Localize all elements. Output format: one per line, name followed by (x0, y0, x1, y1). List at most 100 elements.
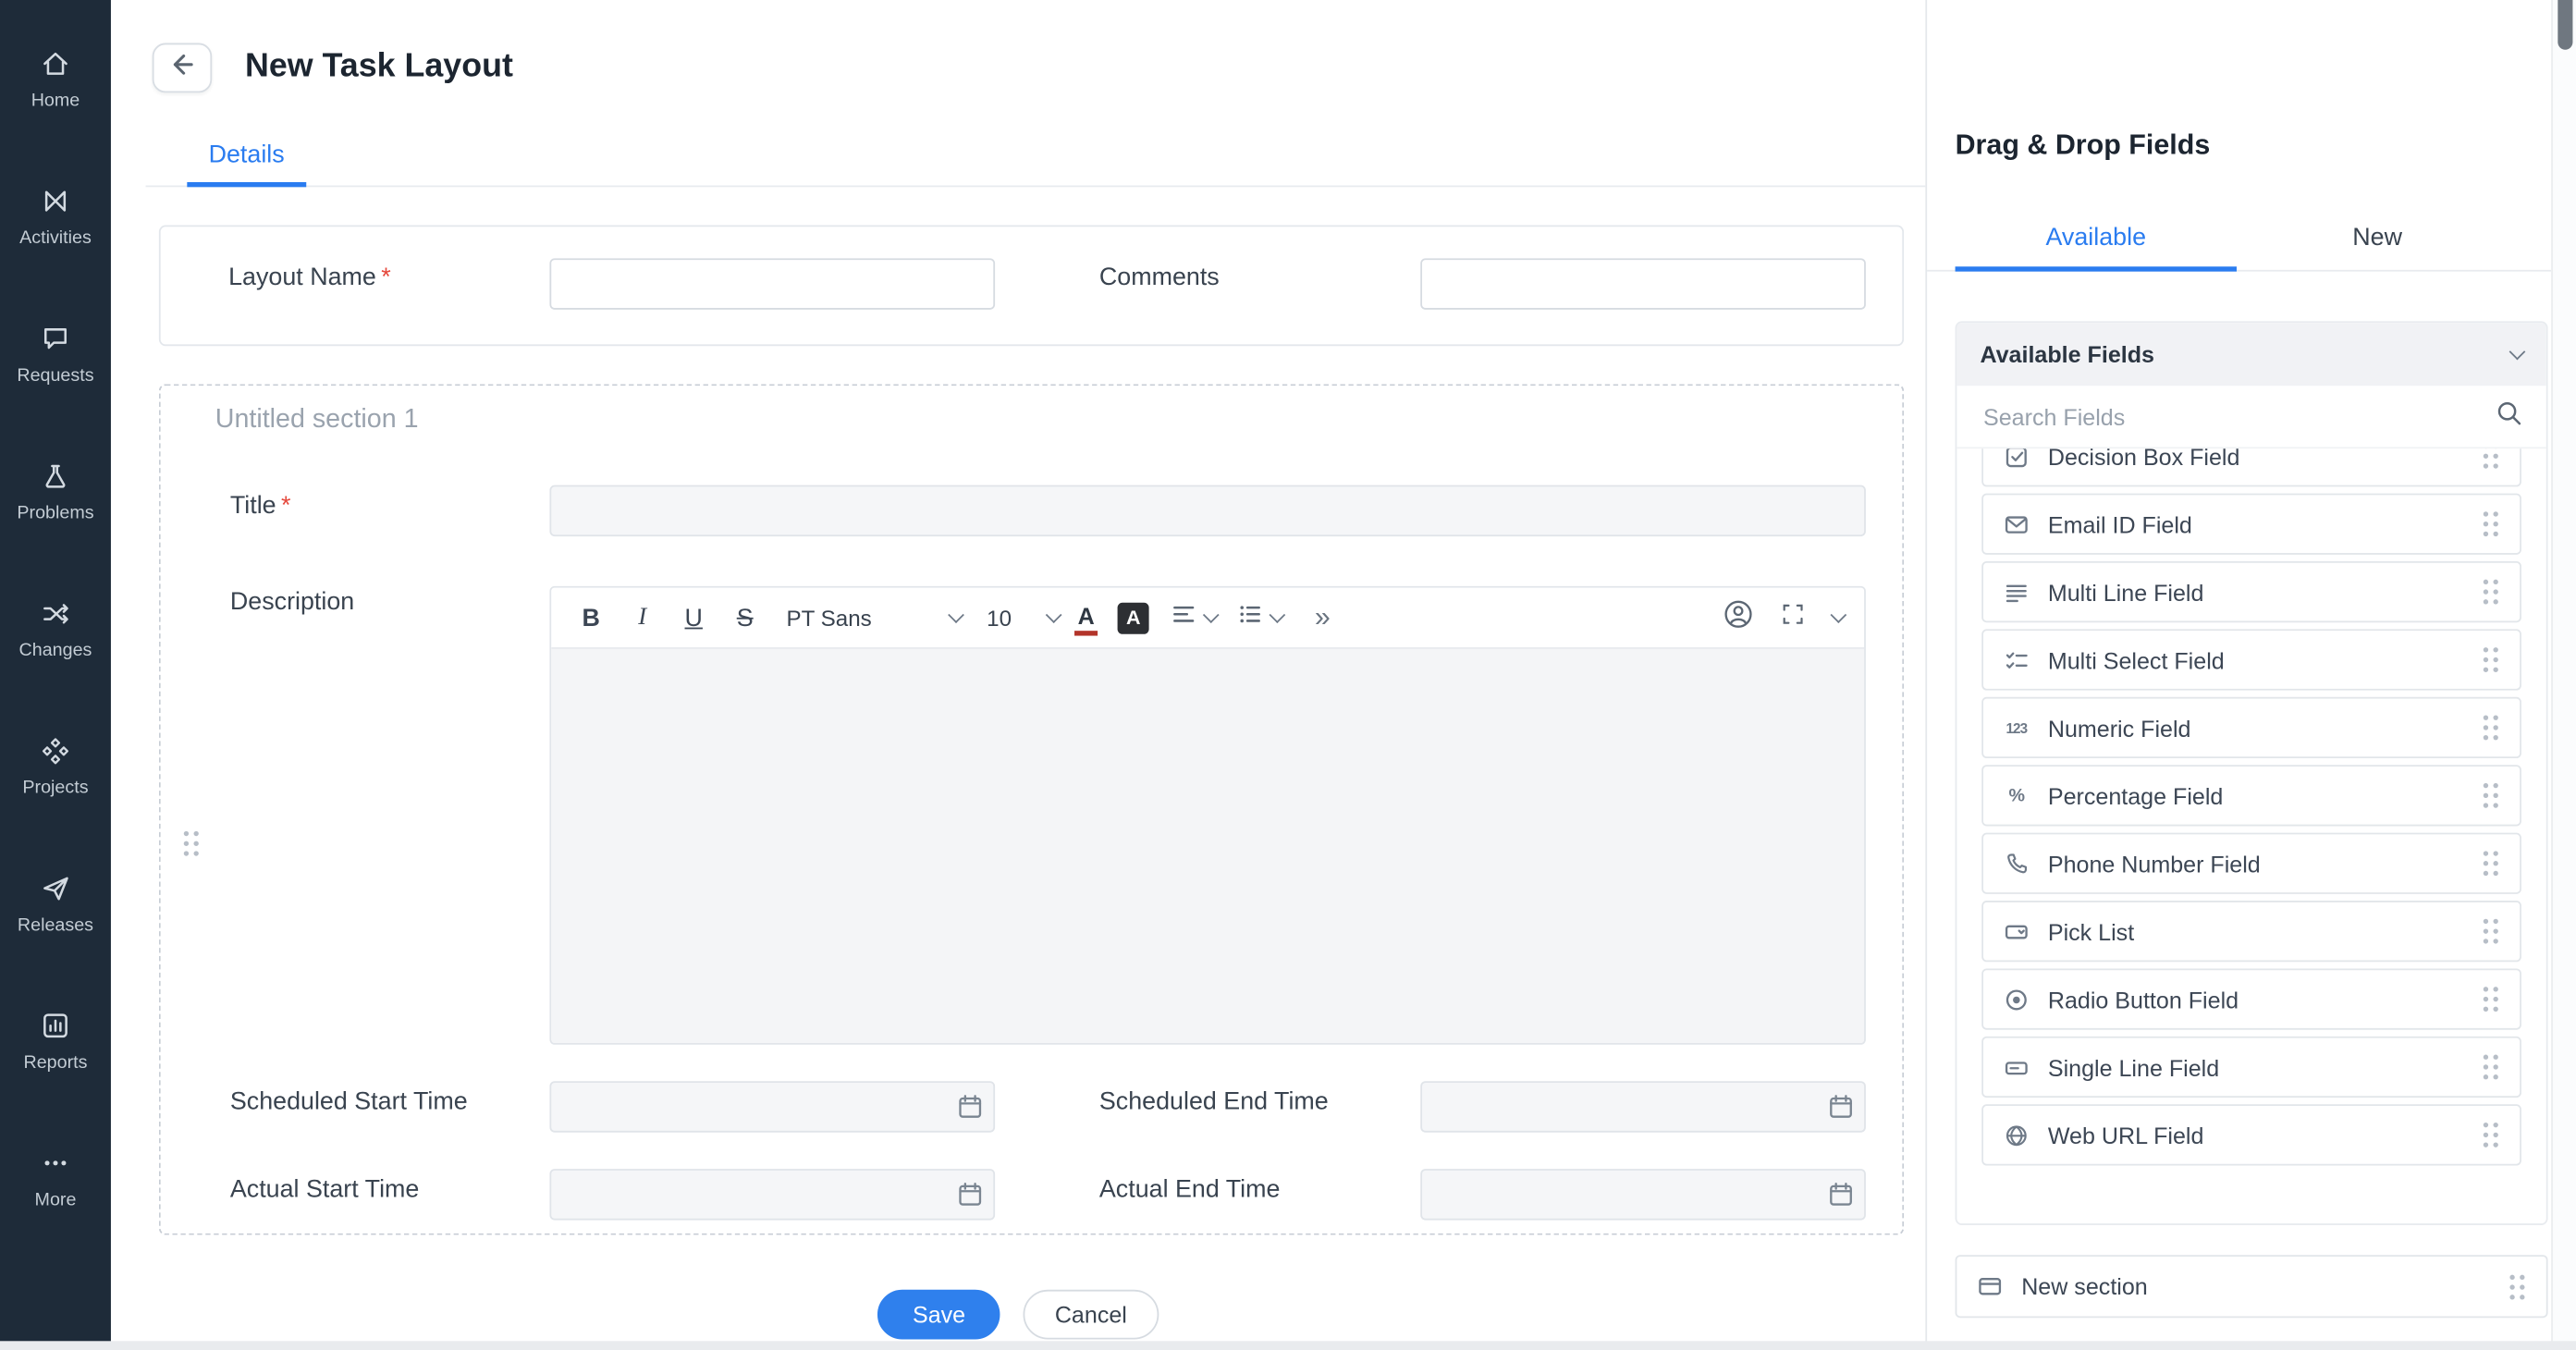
more-tools-button[interactable]: » (1315, 601, 1331, 634)
comments-input[interactable] (1420, 258, 1866, 310)
draggable-field-web-url[interactable]: Web URL Field (1981, 1104, 2521, 1165)
tab-new[interactable]: New (2237, 210, 2518, 271)
page-title: New Task Layout (245, 48, 513, 86)
scheduled-end-input[interactable] (1420, 1081, 1866, 1133)
drag-handle-icon[interactable] (2480, 448, 2501, 485)
calendar-icon[interactable] (957, 1093, 984, 1128)
sidebar-item-activities[interactable]: Activities (0, 147, 111, 285)
search-icon[interactable] (2495, 399, 2522, 435)
font-family-value: PT Sans (786, 605, 871, 630)
font-family-select[interactable]: PT Sans (786, 605, 962, 630)
cancel-button[interactable]: Cancel (1024, 1290, 1159, 1340)
field-label: Pick List (2048, 918, 2134, 945)
sidebar-item-more[interactable]: More (0, 1110, 111, 1247)
field-label: Numeric Field (2048, 715, 2191, 742)
tab-available[interactable]: Available (1956, 210, 2237, 271)
new-section-label: New section (2021, 1273, 2148, 1300)
sidebar-item-label: Releases (18, 914, 93, 934)
calendar-icon[interactable] (1828, 1093, 1855, 1128)
align-select[interactable] (1172, 602, 1217, 633)
sidebar-item-label: Requests (17, 365, 93, 385)
drag-handle-icon[interactable] (2480, 631, 2501, 689)
calendar-icon[interactable] (957, 1181, 984, 1216)
sidebar: Home Activities Requests Problems Change… (0, 0, 111, 1350)
draggable-field-email[interactable]: Email ID Field (1981, 494, 2521, 555)
highlight-color-button[interactable]: A (1118, 602, 1149, 633)
sidebar-item-label: Home (31, 91, 80, 110)
draggable-field-single-line[interactable]: Single Line Field (1981, 1037, 2521, 1098)
drag-handle-icon[interactable] (2480, 495, 2501, 553)
drag-handle-icon[interactable] (2480, 1038, 2501, 1097)
title-input[interactable] (549, 485, 1865, 537)
multi-line-icon (2002, 579, 2031, 606)
sidebar-item-home[interactable]: Home (0, 10, 111, 148)
section-drag-handle-icon[interactable] (180, 419, 202, 1267)
draggable-field-percentage[interactable]: % Percentage Field (1981, 765, 2521, 826)
actual-start-input[interactable] (549, 1169, 995, 1221)
changes-icon (40, 596, 71, 628)
panel-title: Drag & Drop Fields (1956, 129, 2211, 163)
draggable-field-decision-box[interactable]: Decision Box Field (1981, 448, 2521, 486)
available-fields-header[interactable]: Available Fields (1957, 323, 2545, 386)
new-section-icon (1975, 1273, 2005, 1300)
save-button[interactable]: Save (877, 1290, 1000, 1340)
editor-toolbar: B I U S PT Sans 10 A A (551, 588, 1864, 649)
drag-handle-icon[interactable] (2480, 563, 2501, 621)
scrollbar-thumb[interactable] (2557, 0, 2571, 50)
chevron-down-icon[interactable] (2509, 343, 2526, 360)
draggable-new-section[interactable]: New section (1956, 1255, 2548, 1318)
multi-select-icon (2002, 646, 2031, 673)
italic-button[interactable]: I (622, 596, 662, 640)
collapse-toolbar-chevron-icon[interactable] (1830, 606, 1846, 622)
strikethrough-button[interactable]: S (725, 596, 765, 640)
sidebar-item-problems[interactable]: Problems (0, 423, 111, 560)
draggable-field-multi-select[interactable]: Multi Select Field (1981, 629, 2521, 690)
field-label: Email ID Field (2048, 510, 2192, 537)
mention-user-icon[interactable] (1723, 598, 1753, 636)
draggable-field-radio[interactable]: Radio Button Field (1981, 968, 2521, 1029)
sidebar-item-reports[interactable]: Reports (0, 972, 111, 1110)
section-title[interactable]: Untitled section 1 (215, 406, 419, 436)
drag-handle-icon[interactable] (2480, 970, 2501, 1028)
draggable-field-pick-list[interactable]: Pick List (1981, 901, 2521, 962)
sidebar-item-projects[interactable]: Projects (0, 697, 111, 835)
search-input[interactable] (1980, 401, 2495, 431)
draggable-field-multi-line[interactable]: Multi Line Field (1981, 561, 2521, 622)
layout-name-input[interactable] (549, 258, 995, 310)
text-color-button[interactable]: A (1074, 600, 1098, 635)
sidebar-item-requests[interactable]: Requests (0, 285, 111, 423)
drag-handle-icon[interactable] (2480, 699, 2501, 757)
calendar-icon[interactable] (1828, 1181, 1855, 1216)
actual-end-input[interactable] (1420, 1169, 1866, 1221)
vertical-scrollbar[interactable] (2550, 0, 2576, 1350)
bold-button[interactable]: B (571, 596, 611, 640)
required-marker: * (381, 264, 390, 291)
scheduled-start-input[interactable] (549, 1081, 995, 1133)
back-button[interactable] (153, 43, 212, 93)
drag-handle-icon[interactable] (2507, 1257, 2528, 1316)
draggable-field-numeric[interactable]: 123 Numeric Field (1981, 697, 2521, 758)
actual-end-field (1420, 1169, 1866, 1221)
list-select[interactable] (1239, 602, 1283, 633)
draggable-field-phone[interactable]: Phone Number Field (1981, 833, 2521, 894)
fullscreen-icon[interactable] (1782, 602, 1805, 633)
font-size-select[interactable]: 10 (987, 605, 1060, 630)
layout-name-label: Layout Name* (228, 264, 391, 291)
sidebar-item-changes[interactable]: Changes (0, 559, 111, 697)
bullet-list-icon (1239, 602, 1262, 633)
horizontal-scrollbar[interactable] (0, 1340, 2576, 1350)
drag-handle-icon[interactable] (2480, 1106, 2501, 1164)
sidebar-item-releases[interactable]: Releases (0, 834, 111, 972)
requests-icon (40, 322, 71, 353)
underline-button[interactable]: U (674, 596, 714, 640)
drag-handle-icon[interactable] (2480, 902, 2501, 961)
email-icon (2002, 510, 2031, 537)
drag-handle-icon[interactable] (2480, 834, 2501, 892)
tab-details[interactable]: Details (187, 126, 306, 187)
untitled-section: Untitled section 1 Title* Description B … (159, 384, 1904, 1234)
actual-end-label: Actual End Time (1099, 1175, 1281, 1203)
scheduled-start-field (549, 1081, 995, 1133)
tab-bar: Details (146, 126, 1926, 187)
description-textarea[interactable] (551, 649, 1864, 1045)
drag-handle-icon[interactable] (2480, 767, 2501, 825)
